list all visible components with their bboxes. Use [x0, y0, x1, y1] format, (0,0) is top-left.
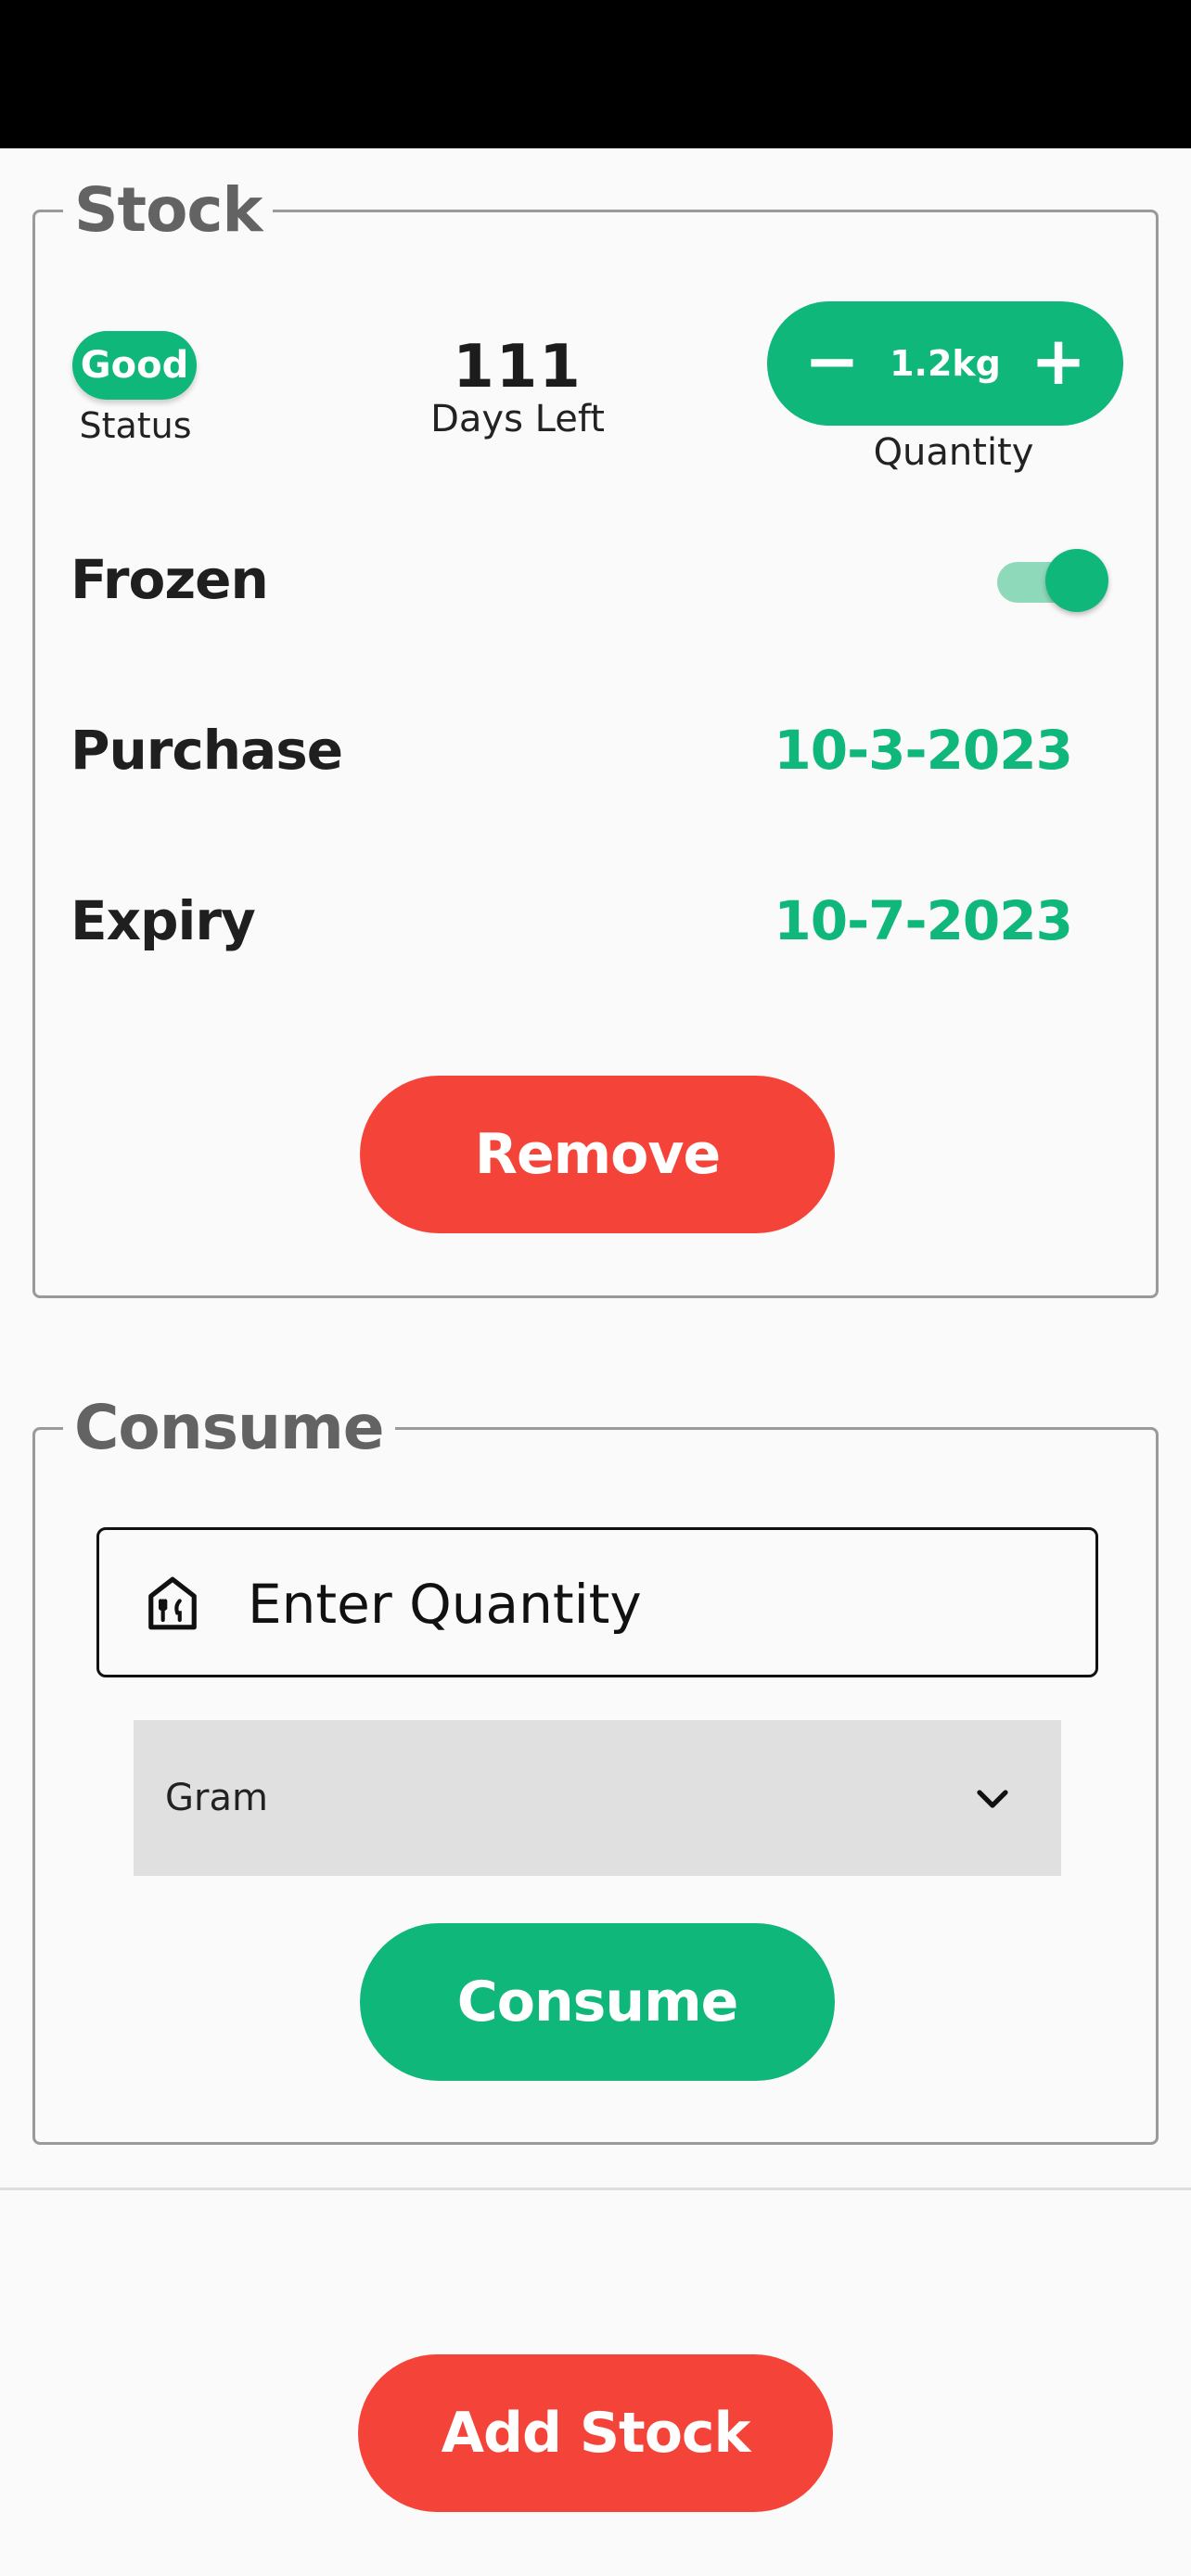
quantity-value: 1.2kg — [890, 343, 1001, 384]
consume-legend: Consume — [63, 1393, 395, 1463]
unit-selected-value: Gram — [165, 1777, 268, 1819]
purchase-label: Purchase — [70, 719, 343, 782]
stock-legend: Stock — [63, 175, 274, 246]
purchase-date[interactable]: 10-3-2023 — [774, 719, 1073, 782]
consume-quantity-input[interactable] — [248, 1558, 1064, 1651]
status-badge: Good — [72, 331, 197, 400]
add-stock-button[interactable]: Add Stock — [358, 2354, 833, 2512]
consume-card: Consume Gram Consume — [32, 1393, 1159, 2145]
status-label: Status — [79, 405, 192, 446]
expiry-date[interactable]: 10-7-2023 — [774, 889, 1073, 952]
status-bar — [0, 0, 1191, 148]
remove-button[interactable]: Remove — [360, 1076, 835, 1233]
days-left-label: Days Left — [430, 398, 605, 440]
toggle-knob — [1045, 549, 1108, 612]
increment-button[interactable]: + — [1003, 301, 1114, 426]
consume-button[interactable]: Consume — [360, 1923, 835, 2081]
stock-card: Stock Good Status 111 Days Left − 1.2kg … — [32, 175, 1159, 1298]
divider — [0, 2187, 1191, 2190]
quantity-stepper: − 1.2kg + — [767, 301, 1123, 426]
frozen-label: Frozen — [70, 548, 269, 611]
unit-select[interactable]: Gram — [134, 1720, 1061, 1876]
days-left-value: 111 — [453, 333, 583, 402]
quantity-label: Quantity — [873, 431, 1034, 474]
frozen-toggle[interactable] — [979, 549, 1108, 612]
decrement-button[interactable]: − — [776, 301, 888, 426]
consume-quantity-field[interactable] — [96, 1527, 1098, 1677]
chevron-down-icon — [977, 1790, 1008, 1808]
expiry-label: Expiry — [70, 889, 256, 952]
house-utensils-icon — [148, 1576, 197, 1630]
